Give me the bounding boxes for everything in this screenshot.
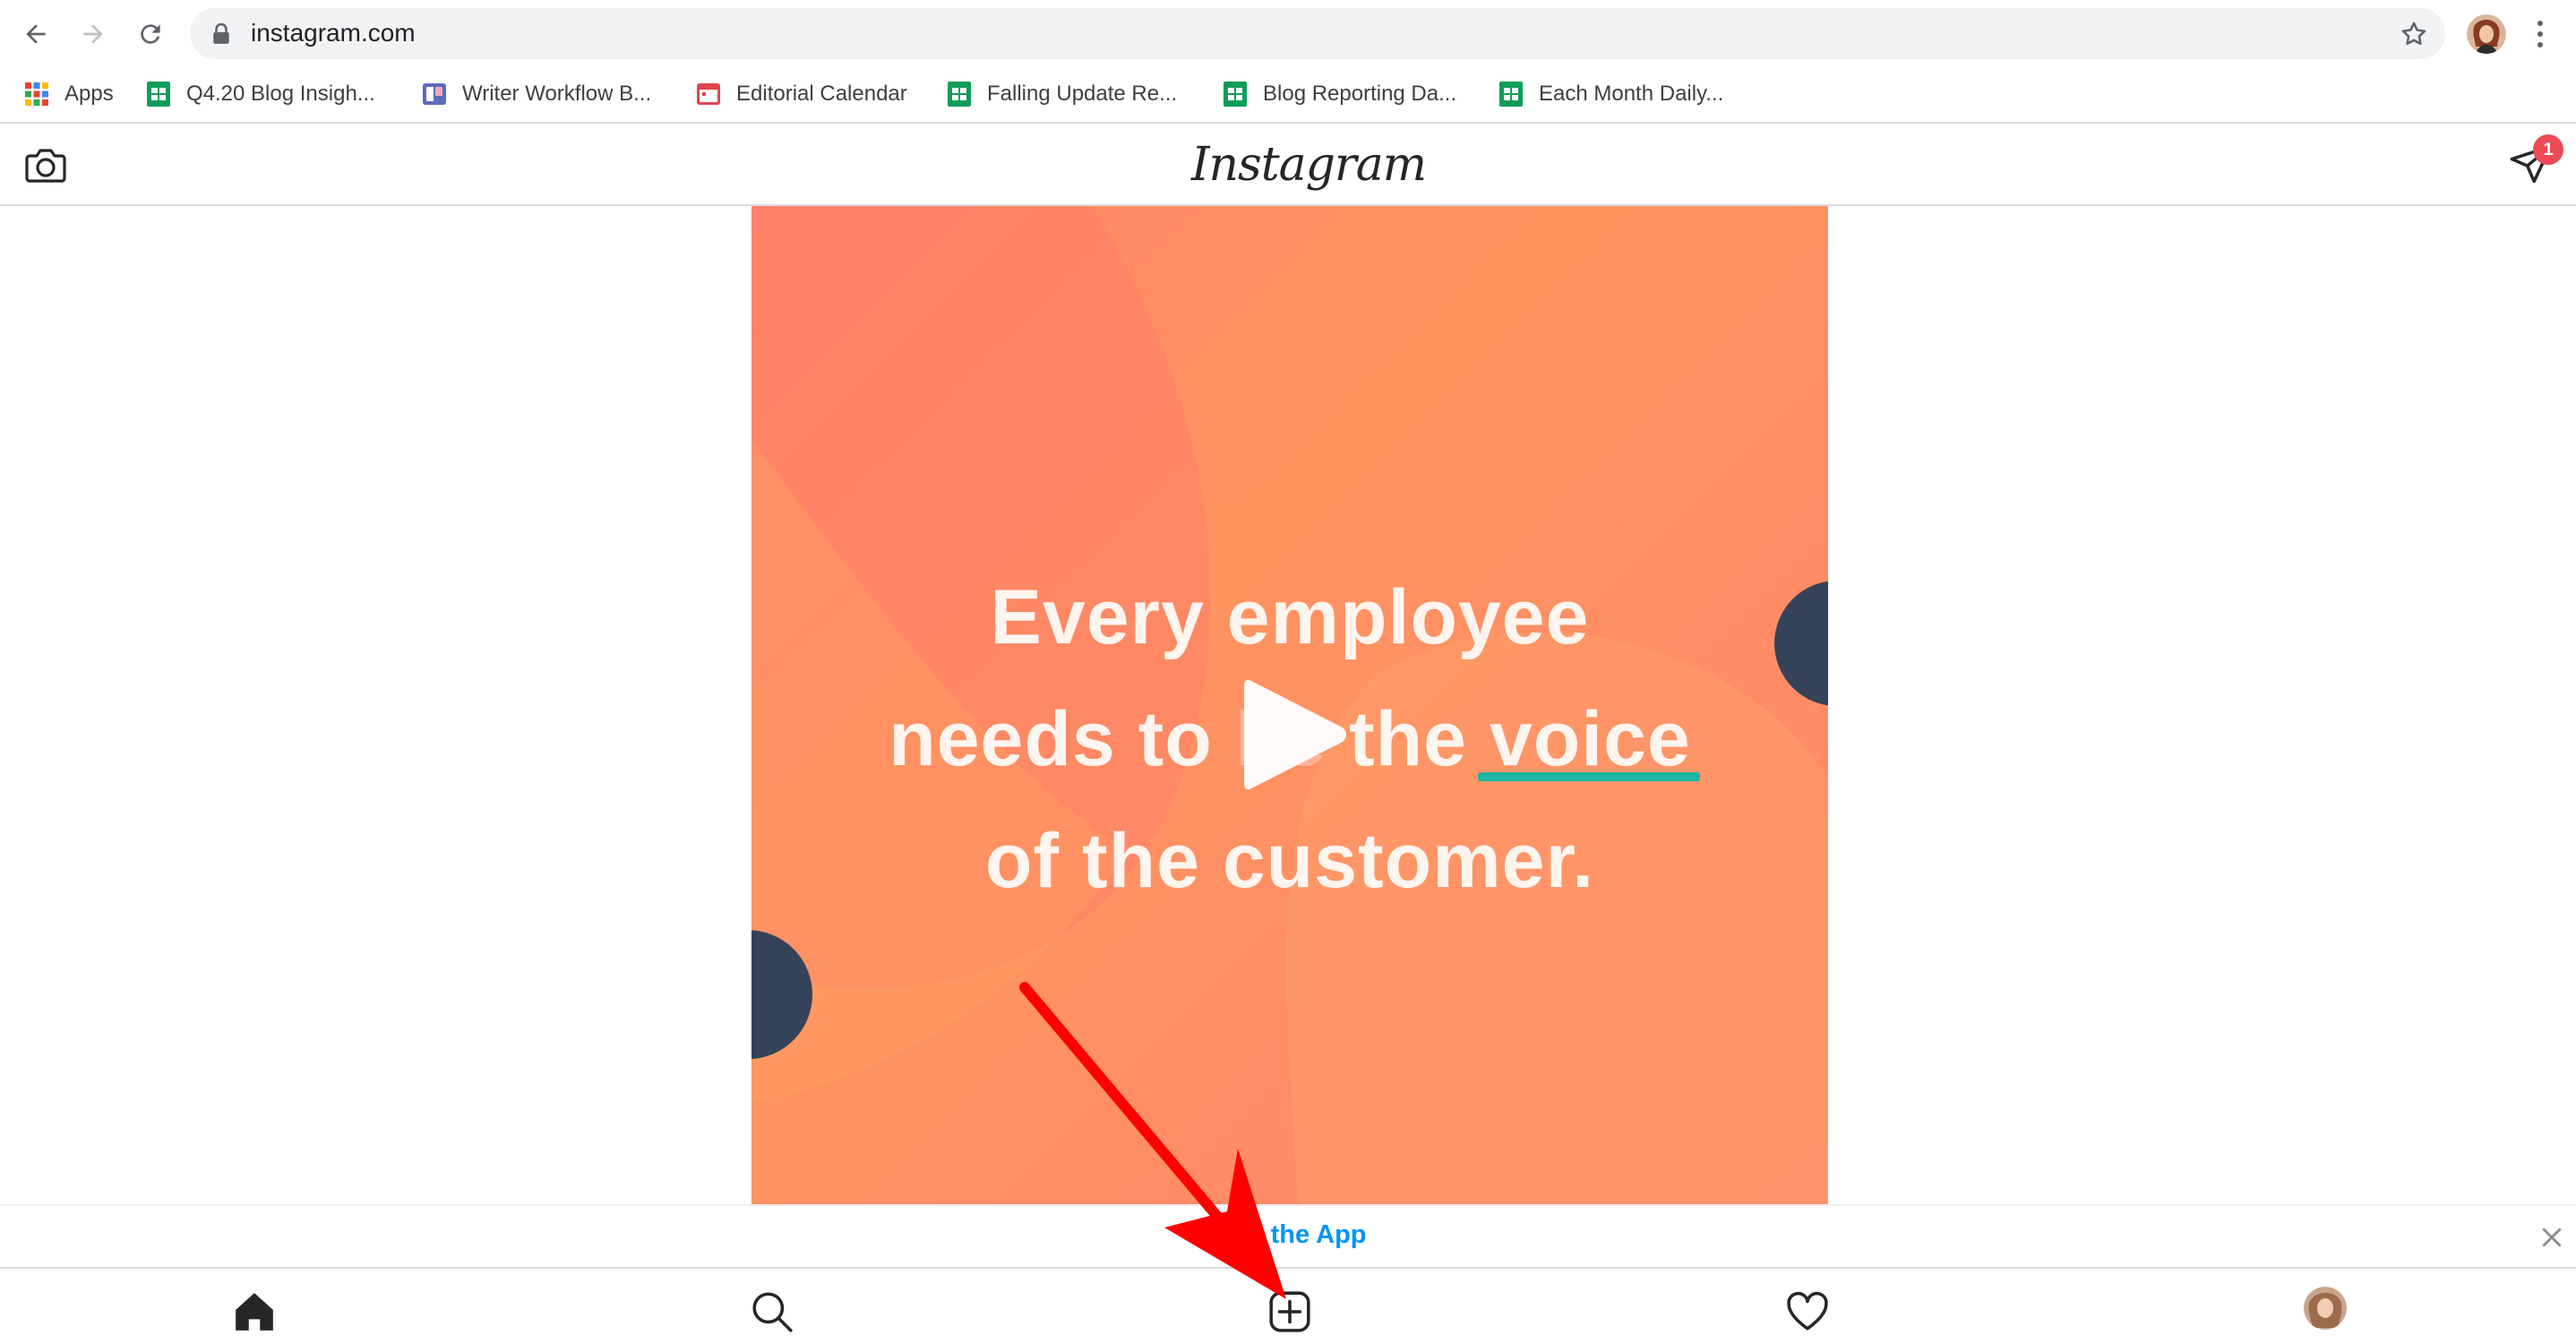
tab-activity[interactable]: [1782, 1287, 1833, 1337]
bookmark-star-icon[interactable]: [2399, 19, 2429, 49]
back-button[interactable]: [18, 16, 54, 52]
tab-new-post[interactable]: [1265, 1287, 1315, 1337]
bookmark-label: Apps: [64, 82, 114, 106]
bookmark-apps[interactable]: Apps: [23, 74, 114, 114]
bookmark-label: Each Month Daily...: [1539, 82, 1724, 106]
post-text-voice: voice: [1489, 696, 1691, 782]
address-bar[interactable]: instagram.com: [190, 8, 2445, 59]
bookmark-blog-reporting[interactable]: Blog Reporting Da...: [1222, 74, 1456, 114]
bookmark-label: Falling Update Re...: [987, 82, 1178, 106]
board-icon: [423, 83, 446, 105]
reload-button[interactable]: [133, 16, 168, 52]
new-post-icon: [1269, 1291, 1310, 1332]
bookmark-falling-update[interactable]: Falling Update Re...: [946, 74, 1177, 114]
reload-icon: [141, 24, 160, 44]
instagram-header: Instagram: [0, 124, 2576, 206]
profile-avatar: [2304, 1287, 2347, 1330]
instagram-logo[interactable]: Instagram: [1191, 131, 1427, 199]
lock-icon: [213, 23, 229, 44]
tab-search[interactable]: [747, 1287, 797, 1337]
voice-underline: [1478, 772, 1700, 781]
camera-icon[interactable]: [23, 143, 68, 186]
url-text: instagram.com: [251, 19, 416, 47]
home-icon: [236, 1293, 273, 1331]
bookmark-label: Blog Reporting Da...: [1263, 82, 1457, 106]
bookmark-writer-workflow[interactable]: Writer Workflow B...: [421, 74, 651, 114]
tab-profile[interactable]: [2304, 1287, 2347, 1330]
forward-button[interactable]: [75, 16, 111, 52]
bookmark-each-month-daily[interactable]: Each Month Daily...: [1498, 74, 1723, 114]
calendar-icon: [697, 83, 720, 105]
notification-badge: 1: [2533, 134, 2563, 165]
browser-toolbar: instagram.com: [0, 0, 2576, 67]
post-text-segment: needs to: [889, 696, 1235, 782]
forward-arrow-icon: [83, 24, 103, 44]
post-video[interactable]: Every employee needs to be the voice of …: [751, 206, 1828, 1204]
activity-heart-icon: [1787, 1291, 1828, 1331]
bookmarks-bar: Apps Q4.20 Blog Insigh... Writer Workflo…: [0, 67, 2576, 124]
apps-grid-icon: [25, 82, 48, 106]
browser-profile-avatar[interactable]: [2467, 14, 2506, 54]
google-sheets-icon: [948, 82, 971, 107]
bookmark-label: Q4.20 Blog Insigh...: [186, 82, 375, 106]
post-text-line-1: Every employee: [990, 574, 1590, 660]
tab-home[interactable]: [229, 1287, 279, 1337]
bottom-tab-bar: [0, 1267, 2576, 1344]
back-arrow-icon: [26, 24, 46, 44]
search-icon: [752, 1292, 793, 1332]
google-sheets-icon: [147, 82, 170, 107]
bookmark-editorial-calendar[interactable]: Editorial Calendar: [695, 74, 907, 114]
bookmark-label: Editorial Calendar: [736, 82, 907, 106]
browser-menu-icon[interactable]: [2531, 16, 2549, 52]
open-app-banner: e the App: [0, 1204, 2576, 1267]
bookmark-label: Writer Workflow B...: [462, 82, 652, 106]
bookmark-q4-blog-insights[interactable]: Q4.20 Blog Insigh...: [145, 74, 375, 114]
close-icon[interactable]: [2538, 1224, 2565, 1251]
play-icon[interactable]: [1235, 672, 1352, 797]
google-sheets-icon: [1499, 82, 1523, 107]
open-app-link[interactable]: e the App: [1138, 1220, 1478, 1250]
google-sheets-icon: [1224, 82, 1247, 107]
post-text-line-3: of the customer.: [984, 818, 1595, 904]
